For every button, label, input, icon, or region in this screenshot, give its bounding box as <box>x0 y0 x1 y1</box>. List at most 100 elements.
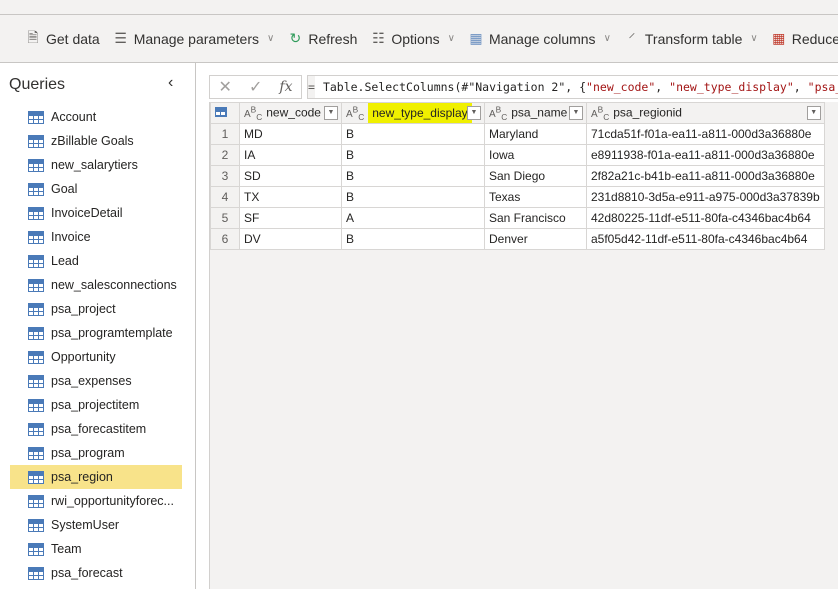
table-icon <box>28 158 44 172</box>
get-data-icon: 🗎 <box>27 28 39 45</box>
query-item[interactable]: Opportunity <box>10 345 182 369</box>
table-cell[interactable]: e8911938-f01a-ea11-a811-000d3a36880e <box>586 144 825 166</box>
table-cell[interactable]: B <box>341 228 485 250</box>
table-icon <box>28 422 44 436</box>
table-cell[interactable]: TX <box>239 186 342 208</box>
row-number[interactable]: 1 <box>210 123 240 145</box>
query-item[interactable]: Account <box>10 105 182 129</box>
column-filter-dropdown[interactable]: ▼ <box>569 106 583 120</box>
table-cell[interactable]: Texas <box>484 186 587 208</box>
query-item[interactable]: psa_forecastitem <box>10 417 182 441</box>
row-number[interactable]: 2 <box>210 144 240 166</box>
table-icon <box>28 278 44 292</box>
table-cell[interactable]: B <box>341 165 485 187</box>
table-cell[interactable]: A <box>341 207 485 229</box>
query-item[interactable]: psa_projectitem <box>10 393 182 417</box>
column-filter-dropdown[interactable]: ▼ <box>806 106 821 120</box>
table-icon <box>28 374 44 388</box>
table-icon <box>28 134 44 148</box>
query-label: psa_projectitem <box>51 398 140 412</box>
query-item[interactable]: psa_region <box>10 465 182 489</box>
chevron-down-icon[interactable]: ∨ <box>267 33 274 44</box>
formula-bar: ✕ ✓ fx = Table.SelectColumns(#"Navigatio… <box>209 75 838 99</box>
query-item[interactable]: zBillable Goals <box>10 129 182 153</box>
reduce-ro-button[interactable]: ▦ Reduce ro <box>770 29 838 49</box>
table-cell[interactable]: B <box>341 144 485 166</box>
column-header[interactable]: ABC new_type_display ▼ <box>341 102 485 124</box>
column-header[interactable]: ABC psa_regionid ▼ <box>586 102 825 124</box>
transform-table-button[interactable]: ⸍ Transform table ∨ <box>623 29 757 49</box>
manage-parameters-button[interactable]: ☰ Manage parameters ∨ <box>112 29 274 49</box>
table-icon <box>28 566 44 580</box>
table-icon <box>28 206 44 220</box>
ribbon-toolbar: 🗎 Get data ☰ Manage parameters ∨ ↻ Refresh ☷ Opt… <box>0 15 838 63</box>
table-icon <box>28 326 44 340</box>
column-name: new_type_display <box>368 102 472 123</box>
table-cell[interactable]: Iowa <box>484 144 587 166</box>
chevron-down-icon[interactable]: ∨ <box>604 33 611 44</box>
table-icon <box>28 518 44 532</box>
table-cell[interactable]: Denver <box>484 228 587 250</box>
collapse-pane-icon[interactable]: ‹ <box>168 74 173 92</box>
options-button[interactable]: ☷ Options ∨ <box>369 29 455 49</box>
row-number[interactable]: 6 <box>210 228 240 250</box>
query-item[interactable]: psa_forecast <box>10 561 182 585</box>
table-cell[interactable]: 71cda51f-f01a-ea11-a811-000d3a36880e <box>586 123 825 145</box>
query-item[interactable]: psa_expenses <box>10 369 182 393</box>
query-item[interactable]: psa_program <box>10 441 182 465</box>
query-label: new_salesconnections <box>51 278 177 292</box>
query-label: rwi_opportunityforec... <box>51 494 174 508</box>
query-label: zBillable Goals <box>51 134 134 148</box>
query-item[interactable]: new_salesconnections <box>10 273 182 297</box>
query-item[interactable]: Invoice <box>10 225 182 249</box>
row-number[interactable]: 5 <box>210 207 240 229</box>
table-cell[interactable]: Maryland <box>484 123 587 145</box>
table-cell[interactable]: SF <box>239 207 342 229</box>
table-icon <box>28 302 44 316</box>
chevron-down-icon[interactable]: ∨ <box>448 33 455 44</box>
table-cell[interactable]: 231d8810-3d5a-e911-a975-000d3a37839b <box>586 186 825 208</box>
query-item[interactable]: new_salarytiers <box>10 153 182 177</box>
query-item[interactable]: rwi_opportunityforec... <box>10 489 182 513</box>
table-cell[interactable]: San Diego <box>484 165 587 187</box>
column-filter-dropdown[interactable]: ▼ <box>467 106 481 120</box>
table-cell[interactable]: San Francisco <box>484 207 587 229</box>
table-icon <box>28 230 44 244</box>
table-cell[interactable]: DV <box>239 228 342 250</box>
manage-columns-button[interactable]: ▦ Manage columns ∨ <box>467 29 611 49</box>
query-item[interactable]: psa_project <box>10 297 182 321</box>
query-item[interactable]: Goal <box>10 177 182 201</box>
row-number[interactable]: 3 <box>210 165 240 187</box>
commit-icon[interactable]: ✓ <box>249 77 262 97</box>
table-cell[interactable]: IA <box>239 144 342 166</box>
chevron-down-icon[interactable]: ∨ <box>750 33 757 44</box>
table-cell[interactable]: SD <box>239 165 342 187</box>
toolbar-label: Manage parameters <box>133 30 259 47</box>
table-cell[interactable]: 2f82a21c-b41b-ea11-a811-000d3a36880e <box>586 165 825 187</box>
table-row: 2 IA B Iowa e8911938-f01a-ea11-a811-000d3a36… <box>210 144 825 166</box>
column-header[interactable]: ABC psa_name ▼ <box>484 102 587 124</box>
query-item[interactable]: psa_programtemplate <box>10 321 182 345</box>
columns-icon: ▦ <box>469 30 483 46</box>
get-data-button[interactable]: 🗎 Get data <box>24 28 99 49</box>
query-item[interactable]: SystemUser <box>10 513 182 537</box>
query-item[interactable]: InvoiceDetail <box>10 201 182 225</box>
refresh-button[interactable]: ↻ Refresh <box>286 29 357 49</box>
table-cell[interactable]: B <box>341 123 485 145</box>
query-label: new_salarytiers <box>51 158 138 172</box>
cancel-icon[interactable]: ✕ <box>219 77 232 97</box>
fx-icon[interactable]: fx <box>279 79 292 95</box>
table-menu-icon[interactable] <box>210 102 240 124</box>
column-filter-dropdown[interactable]: ▼ <box>324 106 338 120</box>
query-item[interactable]: Team <box>10 537 182 561</box>
query-label: Goal <box>51 182 78 196</box>
table-icon <box>28 182 44 196</box>
table-cell[interactable]: 42d80225-11df-e511-80fa-c4346bac4b64 <box>586 207 825 229</box>
table-cell[interactable]: B <box>341 186 485 208</box>
column-header[interactable]: ABC new_code ▼ <box>239 102 342 124</box>
query-item[interactable]: Lead <box>10 249 182 273</box>
row-number[interactable]: 4 <box>210 186 240 208</box>
table-cell[interactable]: MD <box>239 123 342 145</box>
formula-input[interactable]: = Table.SelectColumns(#"Navigation 2", {… <box>307 75 838 99</box>
table-cell[interactable]: a5f05d42-11df-e511-80fa-c4346bac4b64 <box>586 228 825 250</box>
